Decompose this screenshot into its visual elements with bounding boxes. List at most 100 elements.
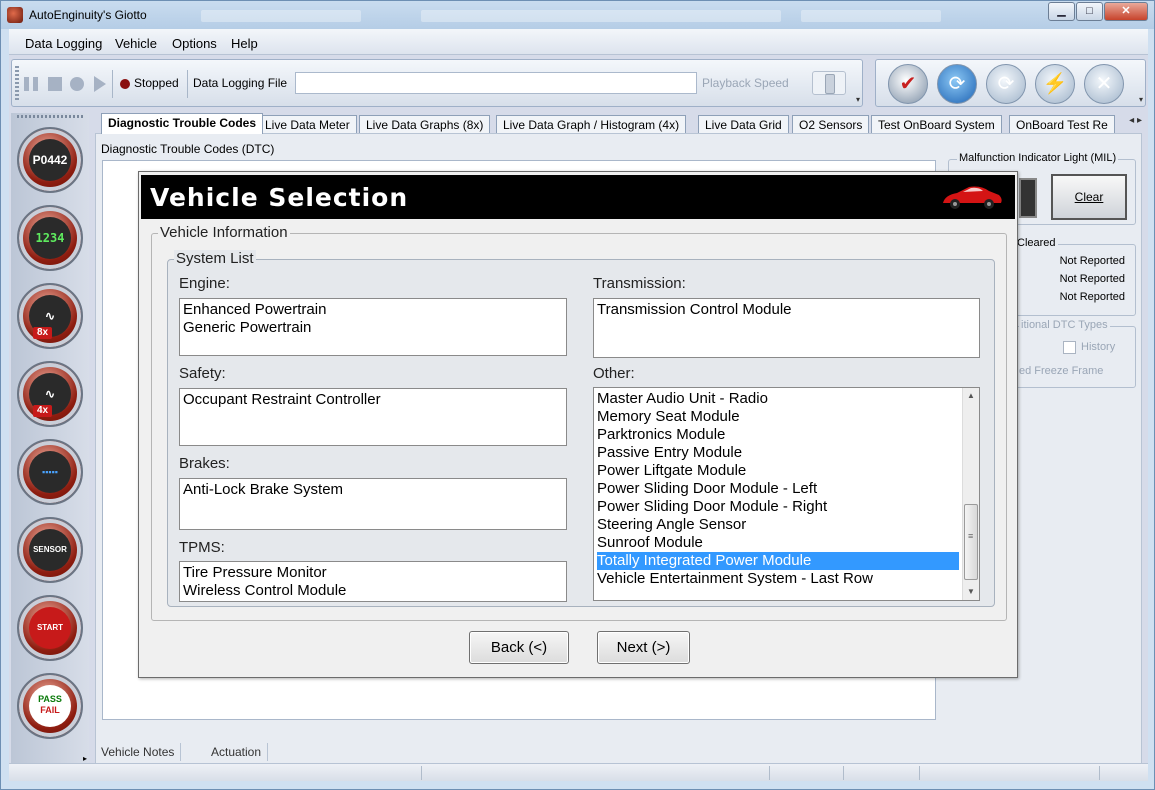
- sync-button[interactable]: ⟳: [986, 64, 1026, 104]
- list-item[interactable]: Wireless Control Module: [183, 582, 563, 600]
- freeze-frame-label: ed Freeze Frame: [1019, 365, 1104, 377]
- refresh-button[interactable]: ⟳: [937, 64, 977, 104]
- window-controls: ▁ □ ✕: [1047, 2, 1148, 21]
- minimize-button[interactable]: ▁: [1048, 2, 1075, 21]
- bottom-tab-strip: Vehicle Notes Actuation: [95, 741, 395, 763]
- dtc-code-icon[interactable]: P0442: [17, 127, 83, 193]
- menu-vehicle[interactable]: Vehicle: [115, 36, 157, 51]
- next-button[interactable]: Next (>): [597, 631, 690, 664]
- graph-4x-icon[interactable]: ∿ 4x: [17, 361, 83, 427]
- tab-diagnostic-trouble-codes[interactable]: Diagnostic Trouble Codes: [101, 113, 264, 134]
- safety-listbox[interactable]: Occupant Restraint Controller: [179, 388, 567, 446]
- list-item-selected[interactable]: Totally Integrated Power Module: [597, 552, 959, 570]
- graph-4x-badge: 4x: [33, 405, 53, 417]
- play-icon[interactable]: [94, 76, 106, 92]
- tab-live-data-graph-histogram[interactable]: Live Data Graph / Histogram (4x): [496, 115, 687, 133]
- tab-onboard-test-results[interactable]: OnBoard Test Re: [1009, 115, 1115, 133]
- status-bar: [9, 763, 1148, 781]
- list-item[interactable]: Memory Seat Module: [597, 408, 959, 426]
- menu-help[interactable]: Help: [231, 36, 258, 51]
- data-logging-file-input[interactable]: [295, 72, 697, 94]
- clear-button[interactable]: Clear: [1051, 174, 1127, 220]
- logging-status: Stopped: [134, 76, 179, 90]
- start-button-icon[interactable]: START: [17, 595, 83, 661]
- toolbar-overflow-icon[interactable]: ▾: [856, 95, 860, 104]
- list-item[interactable]: Enhanced Powertrain: [183, 301, 563, 319]
- list-item[interactable]: Master Audio Unit - Radio: [597, 390, 959, 408]
- toolbar-overflow-icon[interactable]: ▾: [1139, 95, 1143, 104]
- list-item[interactable]: Sunroof Module: [597, 534, 959, 552]
- dtc-code-text: P0442: [29, 139, 71, 181]
- tab-actuation[interactable]: Actuation: [205, 743, 269, 761]
- data-grid-icon[interactable]: ▪▪▪▪▪: [17, 439, 83, 505]
- stop-icon[interactable]: [48, 77, 62, 91]
- list-item[interactable]: Parktronics Module: [597, 426, 959, 444]
- status-dot-icon: [120, 79, 130, 89]
- graph-8x-badge: 8x: [33, 327, 53, 339]
- title-bar[interactable]: AutoEnginuity's Giotto ▁ □ ✕: [1, 1, 1154, 29]
- brakes-label: Brakes:: [179, 455, 230, 472]
- safety-label: Safety:: [179, 365, 226, 382]
- power-button[interactable]: ⚡: [1035, 64, 1075, 104]
- vehicle-information-title: Vehicle Information: [158, 224, 290, 241]
- other-listbox[interactable]: Master Audio Unit - Radio Memory Seat Mo…: [593, 387, 980, 601]
- vehicle-information-group: Vehicle Information System List Engine: …: [151, 224, 1007, 621]
- sidebar-overflow-icon[interactable]: ▸: [83, 754, 87, 763]
- system-list-title: System List: [174, 250, 256, 267]
- brakes-listbox[interactable]: Anti-Lock Brake System: [179, 478, 567, 530]
- toolbar-grip[interactable]: [15, 66, 19, 102]
- title-ghost-region: [421, 10, 781, 22]
- other-listbox-scrollbar[interactable]: ▲ ▼: [962, 388, 979, 600]
- tab-live-data-graphs-8x[interactable]: Live Data Graphs (8x): [359, 115, 491, 133]
- list-item[interactable]: Steering Angle Sensor: [597, 516, 959, 534]
- scrollbar-thumb[interactable]: [964, 504, 978, 580]
- scroll-down-icon[interactable]: ▼: [963, 584, 979, 600]
- tab-scroll-arrows[interactable]: ◂ ▸: [1129, 115, 1142, 126]
- sidebar-grip[interactable]: [17, 115, 83, 118]
- record-icon[interactable]: [70, 77, 84, 91]
- history-checkbox[interactable]: [1063, 341, 1076, 354]
- list-item[interactable]: Passive Entry Module: [597, 444, 959, 462]
- menu-data-logging[interactable]: Data Logging: [25, 36, 102, 51]
- engine-listbox[interactable]: Enhanced Powertrain Generic Powertrain: [179, 298, 567, 356]
- playback-speed-slider[interactable]: [812, 71, 846, 95]
- transmission-listbox[interactable]: Transmission Control Module: [593, 298, 980, 358]
- list-item[interactable]: Power Sliding Door Module - Right: [597, 498, 959, 516]
- pass-fail-icon[interactable]: PASS FAIL: [17, 673, 83, 739]
- list-item[interactable]: Tire Pressure Monitor: [183, 564, 563, 582]
- tab-o2-sensors[interactable]: O2 Sensors: [792, 115, 870, 133]
- other-label: Other:: [593, 365, 635, 382]
- scroll-up-icon[interactable]: ▲: [963, 388, 979, 404]
- tab-live-data-grid[interactable]: Live Data Grid: [698, 115, 789, 133]
- title-ghost-region: [201, 10, 361, 22]
- list-item[interactable]: Generic Powertrain: [183, 319, 563, 337]
- tab-vehicle-notes[interactable]: Vehicle Notes: [95, 743, 182, 761]
- checklist-button[interactable]: ✔: [888, 64, 928, 104]
- graph-8x-icon[interactable]: ∿ 8x: [17, 283, 83, 349]
- close-button[interactable]: ✕: [1104, 2, 1148, 21]
- history-label: History: [1081, 341, 1116, 353]
- pause-icon[interactable]: [24, 77, 38, 91]
- list-item[interactable]: Transmission Control Module: [597, 301, 976, 319]
- status-segment: [1099, 766, 1100, 780]
- list-item[interactable]: Anti-Lock Brake System: [183, 481, 563, 499]
- pass-fail-text: PASS FAIL: [29, 685, 71, 727]
- tab-test-onboard-system[interactable]: Test OnBoard System: [871, 115, 1002, 133]
- list-item[interactable]: Occupant Restraint Controller: [183, 391, 563, 409]
- data-logging-toolbar: Stopped Data Logging File Playback Speed…: [11, 59, 863, 107]
- data-logging-file-label: Data Logging File: [193, 76, 288, 90]
- toolbar-separator: [112, 70, 113, 98]
- lcd-meter-icon[interactable]: 1234: [17, 205, 83, 271]
- tpms-listbox[interactable]: Tire Pressure Monitor Wireless Control M…: [179, 561, 567, 602]
- disconnect-button[interactable]: ✕: [1084, 64, 1124, 104]
- tab-live-data-meter[interactable]: Live Data Meter: [258, 115, 357, 133]
- list-item[interactable]: Power Sliding Door Module - Left: [597, 480, 959, 498]
- list-item[interactable]: Power Liftgate Module: [597, 462, 959, 480]
- left-sidebar: P0442 1234 ∿ 8x ∿ 4x ▪▪▪▪▪ SENSOR START: [11, 113, 89, 763]
- cleared-title: Cleared: [1015, 237, 1058, 249]
- maximize-button[interactable]: □: [1076, 2, 1103, 21]
- list-item[interactable]: Vehicle Entertainment System - Last Row: [597, 570, 959, 588]
- menu-options[interactable]: Options: [172, 36, 217, 51]
- back-button[interactable]: Back (<): [469, 631, 569, 664]
- o2-sensor-icon[interactable]: SENSOR: [17, 517, 83, 583]
